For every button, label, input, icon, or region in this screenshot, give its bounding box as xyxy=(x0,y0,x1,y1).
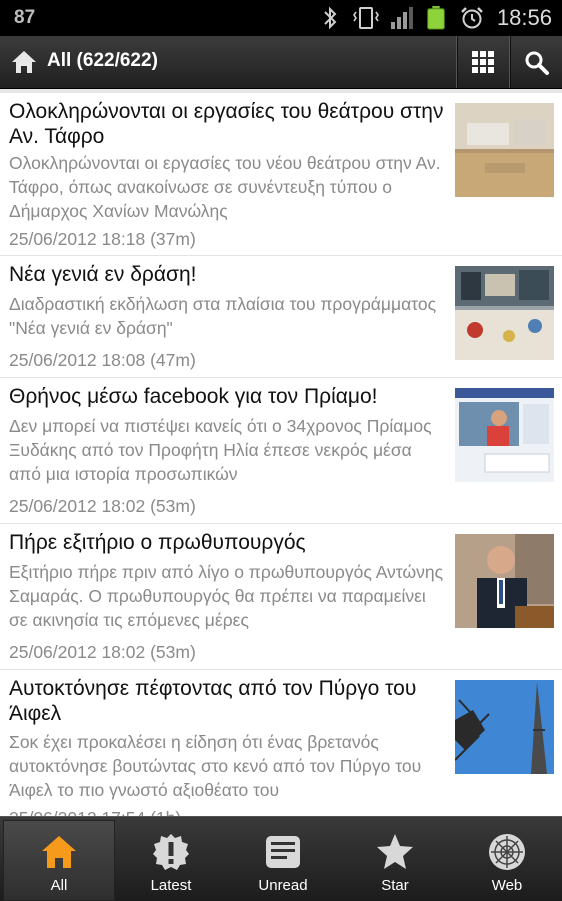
search-icon xyxy=(525,51,549,75)
article-thumbnail xyxy=(455,103,554,197)
tab-label: Star xyxy=(381,877,409,894)
article-date: 25/06/2012 18:08 (47m) xyxy=(9,350,196,370)
list-item[interactable]: Θρήνος μέσω facebook για τον Πρίαμο! Δεν… xyxy=(0,378,562,524)
list-item[interactable]: Πήρε εξιτήριο ο πρωθυπουργός Εξιτήριο πή… xyxy=(0,524,562,670)
star-icon xyxy=(377,834,413,869)
article-summary: Εξιτήριο πήρε πριν από λίγο ο πρωθυπουργ… xyxy=(9,562,444,630)
signal-icon xyxy=(391,7,413,29)
list-item[interactable]: Νέα γενιά εν δράση! Διαδραστική εκδήλωση… xyxy=(0,256,562,378)
tab-all[interactable]: All xyxy=(3,820,115,901)
article-thumbnail xyxy=(455,680,554,774)
article-date: 25/06/2012 17:54 (1h) xyxy=(9,808,181,816)
article-title: Νέα γενιά εν δράση! xyxy=(9,263,197,286)
article-date: 25/06/2012 18:18 (37m) xyxy=(9,229,196,249)
bottom-tab-bar: All Latest Unread Star Web xyxy=(0,816,562,901)
list-item[interactable]: Ολοκληρώνονται οι εργασίες του θεάτρου σ… xyxy=(0,93,562,256)
bluetooth-icon xyxy=(324,6,337,30)
tab-label: Latest xyxy=(150,877,192,894)
article-date: 25/06/2012 18:02 (53m) xyxy=(9,496,196,516)
article-title: Πήρε εξιτήριο ο πρωθυπουργός xyxy=(9,531,306,554)
article-thumbnail xyxy=(455,534,554,628)
status-bar: 87 18:56 xyxy=(0,0,562,36)
tab-unread[interactable]: Unread xyxy=(227,820,339,901)
article-list[interactable]: Ολοκληρώνονται οι εργασίες του θεάτρου σ… xyxy=(0,89,562,816)
home-icon xyxy=(42,836,76,868)
tab-latest[interactable]: Latest xyxy=(115,820,227,901)
article-thumbnail xyxy=(455,266,554,360)
page-title: All (622/622) xyxy=(47,50,158,71)
alarm-icon xyxy=(461,7,483,29)
vibrate-icon xyxy=(353,7,379,29)
grid-icon xyxy=(472,51,494,73)
article-date: 25/06/2012 18:02 (53m) xyxy=(9,642,196,662)
alert-badge-icon xyxy=(153,834,189,870)
search-button[interactable] xyxy=(509,36,562,88)
article-title: Αυτοκτόνησε πέφτοντας από τον Πύργο του … xyxy=(9,677,417,725)
article-summary: Διαδραστική εκδήλωση στα πλαίσια του προ… xyxy=(9,294,437,338)
battery-icon xyxy=(427,6,445,30)
article-summary: Σοκ έχει προκαλέσει η είδηση ότι ένας βρ… xyxy=(9,732,422,800)
list-item[interactable]: Αυτοκτόνησε πέφτοντας από τον Πύργο του … xyxy=(0,670,562,816)
article-thumbnail xyxy=(455,388,554,482)
action-bar: All (622/622) xyxy=(0,36,562,89)
unread-list-icon xyxy=(266,836,300,868)
tab-label: Web xyxy=(491,877,523,894)
home-icon[interactable] xyxy=(10,48,38,76)
tab-star[interactable]: Star xyxy=(339,820,451,901)
tab-label: All xyxy=(50,877,68,894)
article-summary: Δεν μπορεί να πιστέψει κανείς ότι ο 34χρ… xyxy=(9,416,432,484)
article-title: Ολοκληρώνονται οι εργασίες του θεάτρου σ… xyxy=(9,100,444,148)
notification-count: 87 xyxy=(14,7,36,28)
tab-label: Unread xyxy=(258,877,308,894)
tab-web[interactable]: Web xyxy=(451,820,562,901)
clock: 18:56 xyxy=(496,5,552,30)
web-icon xyxy=(489,834,525,870)
article-summary: Ολοκληρώνονται οι εργασίες του νέου θεάτ… xyxy=(9,153,441,221)
grid-view-button[interactable] xyxy=(456,36,509,88)
article-title: Θρήνος μέσω facebook για τον Πρίαμο! xyxy=(9,385,378,408)
